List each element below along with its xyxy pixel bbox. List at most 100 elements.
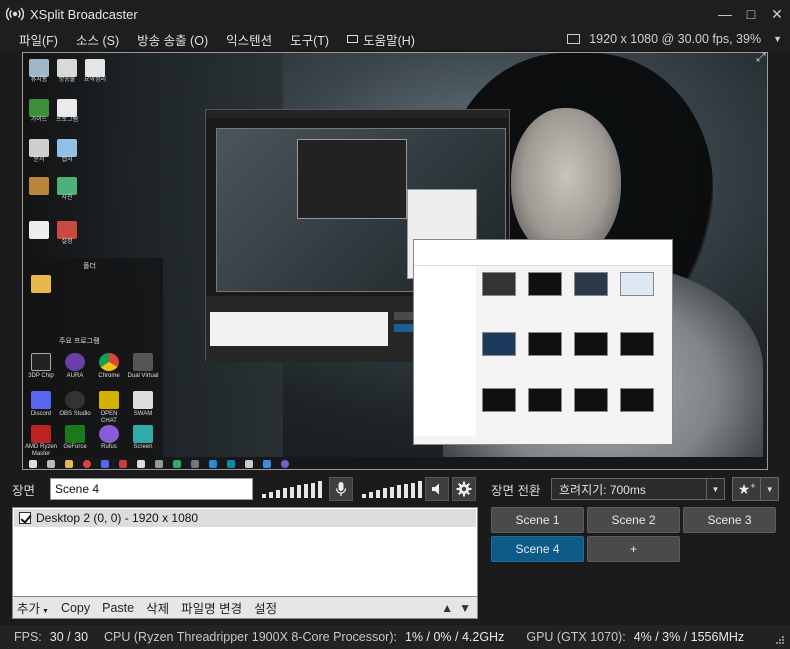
taskbar-app-icon <box>209 460 217 468</box>
fullscreen-icon[interactable]: ⤢ <box>756 50 770 64</box>
app-icon <box>65 425 85 443</box>
broadcast-icon <box>5 5 25 23</box>
app-icon <box>31 353 51 371</box>
transition-value: 흐려지기: 700ms <box>559 482 646 497</box>
cpu-label: CPU (Ryzen Threadripper 1900X 8-Core Pro… <box>104 630 397 644</box>
app-icon <box>99 391 119 409</box>
app-icon <box>57 221 77 239</box>
desktop-icon-label: AMD Ryzen Master <box>24 444 57 457</box>
taskbar-app-icon <box>263 460 271 468</box>
fps-value: 30 / 30 <box>49 630 89 644</box>
scene-button-1[interactable]: Scene 1 <box>491 507 584 533</box>
speaker-volume-meter[interactable] <box>360 479 426 500</box>
speaker-button[interactable] <box>425 477 449 501</box>
folder-icon <box>31 275 51 293</box>
add-label: 추가 <box>17 602 41 616</box>
desktop-icon-label: Dual Virtual <box>127 373 159 379</box>
delete-button[interactable]: 삭제 <box>140 598 175 617</box>
desktop-icon-label: Chrome <box>98 373 120 379</box>
window-title: XSplit Broadcaster <box>30 6 138 22</box>
move-up-button[interactable]: ▲ <box>441 601 453 615</box>
explorer-thumbnail <box>528 332 562 356</box>
explorer-sidebar <box>414 266 476 436</box>
app-icon <box>133 353 153 371</box>
sources-list[interactable]: Desktop 2 (0, 0) - 1920 x 1080 <box>12 507 478 597</box>
explorer-thumbnail <box>528 388 562 412</box>
desktop-group-title: 폴더 <box>83 263 96 270</box>
mic-button[interactable] <box>329 477 353 501</box>
caret-down-icon: ▼ <box>760 478 778 500</box>
status-bar: FPS: 30 / 30 CPU (Ryzen Threadripper 190… <box>0 625 790 649</box>
desktop-taskbar <box>23 457 767 469</box>
recycle-bin-icon <box>29 59 49 77</box>
menu-extensions[interactable]: 익스텐션 <box>217 28 281 50</box>
menu-broadcast[interactable]: 방송 송출 (O) <box>128 28 217 50</box>
taskbar-app-icon <box>101 460 109 468</box>
menu-sources[interactable]: 소스 (S) <box>67 28 128 50</box>
fps-label: FPS: <box>14 630 42 644</box>
transition-dropdown[interactable]: 흐려지기: 700ms ▼ <box>551 478 725 500</box>
desktop-icon-label: OPEN CHAT <box>100 411 118 424</box>
taskbar-app-icon <box>47 460 55 468</box>
file-explorer-window <box>413 239 673 445</box>
resolution-selector[interactable]: 1920 x 1080 @ 30.00 fps, 39% ▼ <box>567 28 782 50</box>
desktop-icon-label: Screen <box>133 444 153 450</box>
menu-file[interactable]: 파일(F) <box>10 28 67 50</box>
taskbar-app-icon <box>227 460 235 468</box>
taskbar-app-icon <box>137 460 145 468</box>
scene-button-4[interactable]: Scene 4 <box>491 536 584 562</box>
add-scene-button[interactable]: + <box>587 536 680 562</box>
explorer-thumbnail <box>574 272 608 296</box>
speaker-icon <box>432 483 439 495</box>
scene-label: 장면 <box>12 484 36 498</box>
maximize-button[interactable]: □ <box>738 0 764 28</box>
rename-button[interactable]: 파일명 변경 <box>175 598 248 617</box>
paste-button[interactable]: Paste <box>96 601 140 615</box>
settings-button[interactable]: 설정 <box>248 598 283 617</box>
taskbar-app-icon <box>173 460 181 468</box>
preview-canvas[interactable]: 휴지통 방송툴 요약정리 가이드 프로그램 문서 캡처 사진 설정 폴더 주요 … <box>22 52 768 470</box>
windows-icon <box>29 460 37 468</box>
explorer-thumbnail <box>620 272 654 296</box>
menu-help-label: 도움말(H) <box>363 33 415 48</box>
scene-button-2[interactable]: Scene 2 <box>587 507 680 533</box>
audio-settings-button[interactable] <box>452 477 476 501</box>
nested-sources-list <box>210 312 388 346</box>
taskbar-app-icon <box>65 460 73 468</box>
chrome-icon <box>99 353 119 371</box>
source-label: Desktop 2 (0, 0) - 1920 x 1080 <box>36 511 199 525</box>
source-visibility-checkbox[interactable] <box>19 512 31 524</box>
resolution-text: 1920 x 1080 @ 30.00 fps, 39% <box>589 32 762 46</box>
desktop-icon-label: 설정 <box>61 239 73 245</box>
menu-help[interactable]: 도움말(H) <box>338 28 424 50</box>
app-icon <box>29 221 49 239</box>
preview-bg-face <box>511 108 621 258</box>
move-down-button[interactable]: ▼ <box>459 601 471 615</box>
favorite-transition-button[interactable]: ★+ ▼ <box>732 477 779 501</box>
nested-recursive-window <box>297 139 407 219</box>
explorer-thumbnail <box>482 332 516 356</box>
cpu-value: 1% / 0% / 4.2GHz <box>404 630 505 644</box>
star-plus-icon: ★+ <box>737 480 756 497</box>
gear-icon <box>456 481 472 497</box>
copy-button[interactable]: Copy <box>55 601 96 615</box>
desktop-icon-label: 3DP Chip <box>28 373 54 379</box>
microphone-icon <box>335 482 347 496</box>
add-source-button[interactable]: 추가 ▼ <box>13 598 55 617</box>
desktop-icon-label: SWAM <box>133 411 153 417</box>
monitor-icon <box>567 34 581 44</box>
explorer-thumbnail <box>620 388 654 412</box>
caret-down-icon: ▼ <box>706 479 724 499</box>
mic-volume-meter[interactable] <box>260 479 326 500</box>
scene-button-3[interactable]: Scene 3 <box>683 507 776 533</box>
resize-grip-icon[interactable] <box>775 635 785 645</box>
gpu-value: 4% / 3% / 1556MHz <box>633 630 745 644</box>
app-icon <box>29 139 49 157</box>
close-button[interactable]: ✕ <box>764 0 790 28</box>
menu-tools[interactable]: 도구(T) <box>281 28 338 50</box>
source-row[interactable]: Desktop 2 (0, 0) - 1920 x 1080 <box>14 509 476 527</box>
minimize-button[interactable]: — <box>712 0 738 28</box>
scene-name-input[interactable] <box>50 478 253 500</box>
desktop-icon-label: AURA <box>66 373 84 379</box>
taskbar-app-icon <box>281 460 289 468</box>
